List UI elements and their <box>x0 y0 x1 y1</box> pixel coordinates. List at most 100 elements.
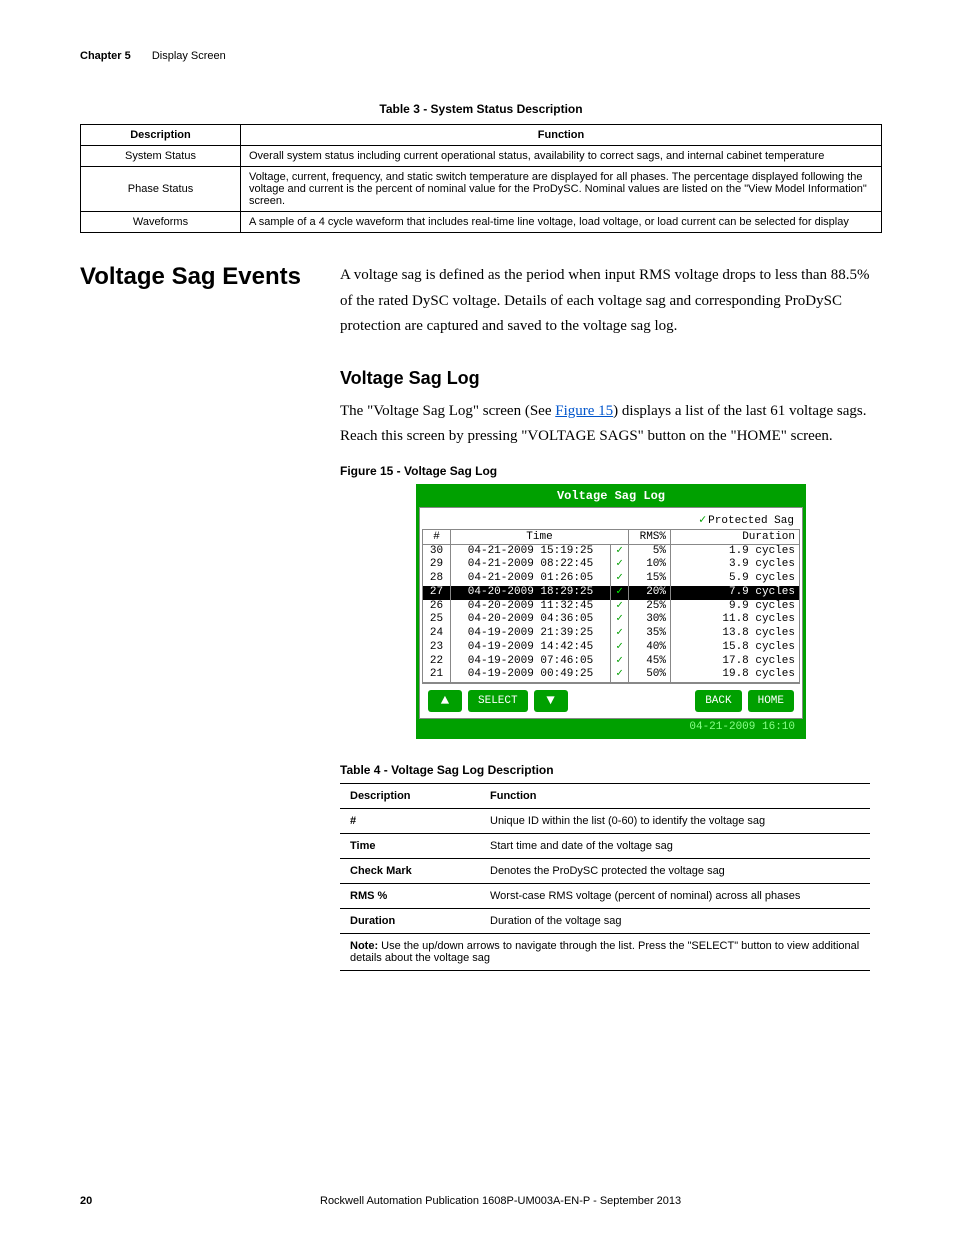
publication-info: Rockwell Automation Publication 1608P-UM… <box>320 1195 882 1207</box>
table3-desc: Phase Status <box>81 167 241 212</box>
log-row[interactable]: 2204-19-2009 07:46:05✓45%17.8 cycles <box>423 655 800 669</box>
log-cell-num: 24 <box>423 627 451 641</box>
check-icon: ✓ <box>611 586 629 600</box>
log-row[interactable]: 2104-19-2009 00:49:25✓50%19.8 cycles <box>423 668 800 682</box>
log-cell-time: 04-21-2009 01:26:05 <box>451 572 611 586</box>
log-row[interactable]: 2704-20-2009 18:29:25✓20%7.9 cycles <box>423 586 800 600</box>
log-row[interactable]: 2904-21-2009 08:22:45✓10%3.9 cycles <box>423 558 800 572</box>
table3: Description Function System StatusOveral… <box>80 124 882 233</box>
table4-fn: Start time and date of the voltage sag <box>480 834 870 859</box>
log-cell-rms: 30% <box>629 613 671 627</box>
log-cell-rms: 45% <box>629 655 671 669</box>
log-cell-time: 04-21-2009 08:22:45 <box>451 558 611 572</box>
log-cell-dur: 19.8 cycles <box>671 668 800 682</box>
log-cell-rms: 10% <box>629 558 671 572</box>
log-cell-rms: 20% <box>629 586 671 600</box>
check-icon: ✓ <box>611 572 629 586</box>
table4-desc: RMS % <box>340 884 480 909</box>
log-cell-num: 23 <box>423 641 451 655</box>
log-row[interactable]: 3004-21-2009 15:19:25✓5%1.9 cycles <box>423 544 800 558</box>
table4-fn: Unique ID within the list (0-60) to iden… <box>480 809 870 834</box>
log-cell-rms: 5% <box>629 544 671 558</box>
screen-timestamp: 04-21-2009 16:10 <box>419 719 803 736</box>
log-cell-num: 26 <box>423 600 451 614</box>
log-cell-time: 04-19-2009 21:39:25 <box>451 627 611 641</box>
table4: Description Function #Unique ID within t… <box>340 783 870 971</box>
log-cell-dur: 9.9 cycles <box>671 600 800 614</box>
table4-fn: Denotes the ProDySC protected the voltag… <box>480 859 870 884</box>
home-button[interactable]: HOME <box>748 690 794 712</box>
log-head-time: Time <box>451 529 629 544</box>
log-cell-time: 04-21-2009 15:19:25 <box>451 544 611 558</box>
para2a: The "Voltage Sag Log" screen (See <box>340 403 555 419</box>
log-cell-dur: 5.9 cycles <box>671 572 800 586</box>
back-button[interactable]: BACK <box>695 690 741 712</box>
log-cell-num: 30 <box>423 544 451 558</box>
page-header: Chapter 5 Display Screen <box>80 50 882 62</box>
log-cell-dur: 13.8 cycles <box>671 627 800 641</box>
log-cell-time: 04-20-2009 11:32:45 <box>451 600 611 614</box>
log-cell-dur: 3.9 cycles <box>671 558 800 572</box>
table4-desc: Duration <box>340 909 480 934</box>
log-cell-time: 04-20-2009 18:29:25 <box>451 586 611 600</box>
section-title: Voltage Sag Events <box>80 263 340 291</box>
page-footer: 20 Rockwell Automation Publication 1608P… <box>80 1195 882 1207</box>
log-cell-num: 27 <box>423 586 451 600</box>
check-icon: ✓ <box>611 544 629 558</box>
log-cell-num: 29 <box>423 558 451 572</box>
figure15-link[interactable]: Figure 15 <box>555 403 613 419</box>
select-button[interactable]: SELECT <box>468 690 528 712</box>
log-cell-dur: 17.8 cycles <box>671 655 800 669</box>
table4-note: Note: Use the up/down arrows to navigate… <box>340 934 870 971</box>
log-cell-rms: 25% <box>629 600 671 614</box>
check-icon: ✓ <box>699 513 706 527</box>
screen-title: Voltage Sag Log <box>419 487 803 507</box>
log-row[interactable]: 2804-21-2009 01:26:05✓15%5.9 cycles <box>423 572 800 586</box>
log-cell-num: 28 <box>423 572 451 586</box>
log-cell-rms: 50% <box>629 668 671 682</box>
log-cell-dur: 1.9 cycles <box>671 544 800 558</box>
table3-desc: System Status <box>81 146 241 167</box>
check-icon: ✓ <box>611 655 629 669</box>
log-cell-time: 04-20-2009 04:36:05 <box>451 613 611 627</box>
log-cell-rms: 35% <box>629 627 671 641</box>
log-head-rms: RMS% <box>629 529 671 544</box>
voltage-sag-log-screen: Voltage Sag Log ✓Protected Sag # Time RM… <box>416 484 806 740</box>
table3-head-fn: Function <box>241 125 882 146</box>
log-cell-dur: 15.8 cycles <box>671 641 800 655</box>
log-cell-time: 04-19-2009 14:42:45 <box>451 641 611 655</box>
table4-head-desc: Description <box>340 784 480 809</box>
log-head-dur: Duration <box>671 529 800 544</box>
table4-desc: Time <box>340 834 480 859</box>
table3-fn: A sample of a 4 cycle waveform that incl… <box>241 212 882 233</box>
up-arrow-button[interactable]: ▲ <box>428 690 462 712</box>
check-icon: ✓ <box>611 613 629 627</box>
log-head-num: # <box>423 529 451 544</box>
screen-button-row: ▲ SELECT ▼ BACK HOME <box>422 683 800 716</box>
log-cell-rms: 40% <box>629 641 671 655</box>
down-arrow-button[interactable]: ▼ <box>534 690 568 712</box>
sag-log-table: # Time RMS% Duration 3004-21-2009 15:19:… <box>422 529 800 684</box>
table4-caption: Table 4 - Voltage Sag Log Description <box>340 763 882 777</box>
page-number: 20 <box>80 1195 320 1207</box>
protected-sag-legend: ✓Protected Sag <box>422 510 800 529</box>
log-cell-rms: 15% <box>629 572 671 586</box>
check-icon: ✓ <box>611 668 629 682</box>
log-row[interactable]: 2404-19-2009 21:39:25✓35%13.8 cycles <box>423 627 800 641</box>
table3-desc: Waveforms <box>81 212 241 233</box>
table3-caption: Table 3 - System Status Description <box>80 102 882 116</box>
table4-head-fn: Function <box>480 784 870 809</box>
log-row[interactable]: 2604-20-2009 11:32:45✓25%9.9 cycles <box>423 600 800 614</box>
chapter-label: Chapter 5 <box>80 50 131 62</box>
subsection-para: The "Voltage Sag Log" screen (See Figure… <box>340 399 882 450</box>
log-cell-dur: 7.9 cycles <box>671 586 800 600</box>
check-icon: ✓ <box>611 627 629 641</box>
log-cell-time: 04-19-2009 07:46:05 <box>451 655 611 669</box>
log-row[interactable]: 2304-19-2009 14:42:45✓40%15.8 cycles <box>423 641 800 655</box>
log-cell-time: 04-19-2009 00:49:25 <box>451 668 611 682</box>
check-icon: ✓ <box>611 558 629 572</box>
table3-fn: Overall system status including current … <box>241 146 882 167</box>
section-intro: A voltage sag is defined as the period w… <box>340 263 882 340</box>
table4-desc: Check Mark <box>340 859 480 884</box>
log-row[interactable]: 2504-20-2009 04:36:05✓30%11.8 cycles <box>423 613 800 627</box>
